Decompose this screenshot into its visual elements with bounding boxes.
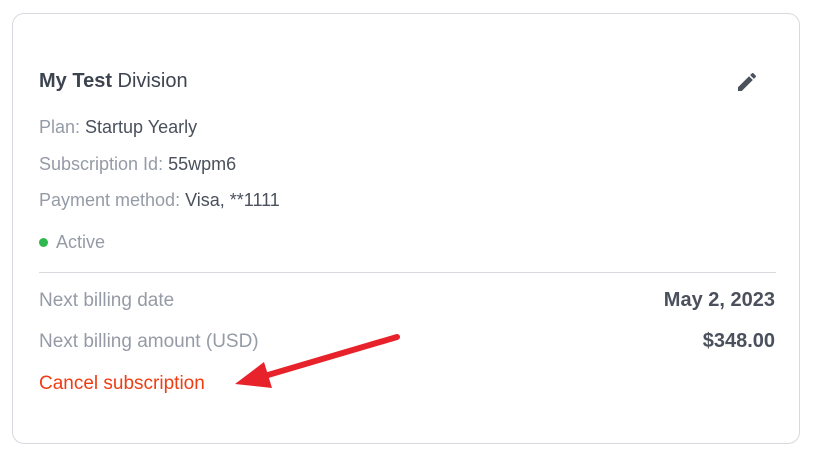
subscription-id-label: Subscription Id:	[39, 154, 169, 174]
payment-method-value: Visa, **1111	[185, 190, 280, 210]
division-title: My Test Division	[39, 70, 188, 93]
plan-value: Startup Yearly	[85, 117, 198, 137]
division-title-bold: My Test	[39, 70, 112, 92]
divider	[39, 272, 776, 273]
subscription-id-row: Subscription Id: 55wpm6	[39, 154, 236, 175]
payment-method-label: Payment method:	[39, 190, 186, 210]
edit-button[interactable]	[735, 70, 759, 94]
cancel-subscription-link[interactable]: Cancel subscription	[39, 373, 205, 395]
payment-method-row: Payment method: Visa, **1111	[39, 190, 280, 211]
next-billing-amount-label: Next billing amount (USD)	[39, 331, 259, 352]
pencil-icon	[738, 72, 757, 91]
division-title-rest: Division	[111, 70, 188, 92]
plan-label: Plan:	[39, 117, 86, 137]
next-billing-date-value: May 2, 2023	[663, 289, 775, 311]
subscription-card: My Test Division Plan: Startup Yearly Su…	[12, 13, 800, 444]
subscription-id-value: 55wpm6	[168, 154, 237, 174]
status-badge: Active	[39, 232, 105, 253]
next-billing-amount-value: $348.00	[702, 330, 775, 352]
status-text: Active	[56, 232, 106, 252]
plan-row: Plan: Startup Yearly	[39, 117, 197, 138]
next-billing-date-label: Next billing date	[39, 290, 175, 311]
status-dot-icon	[39, 238, 48, 247]
